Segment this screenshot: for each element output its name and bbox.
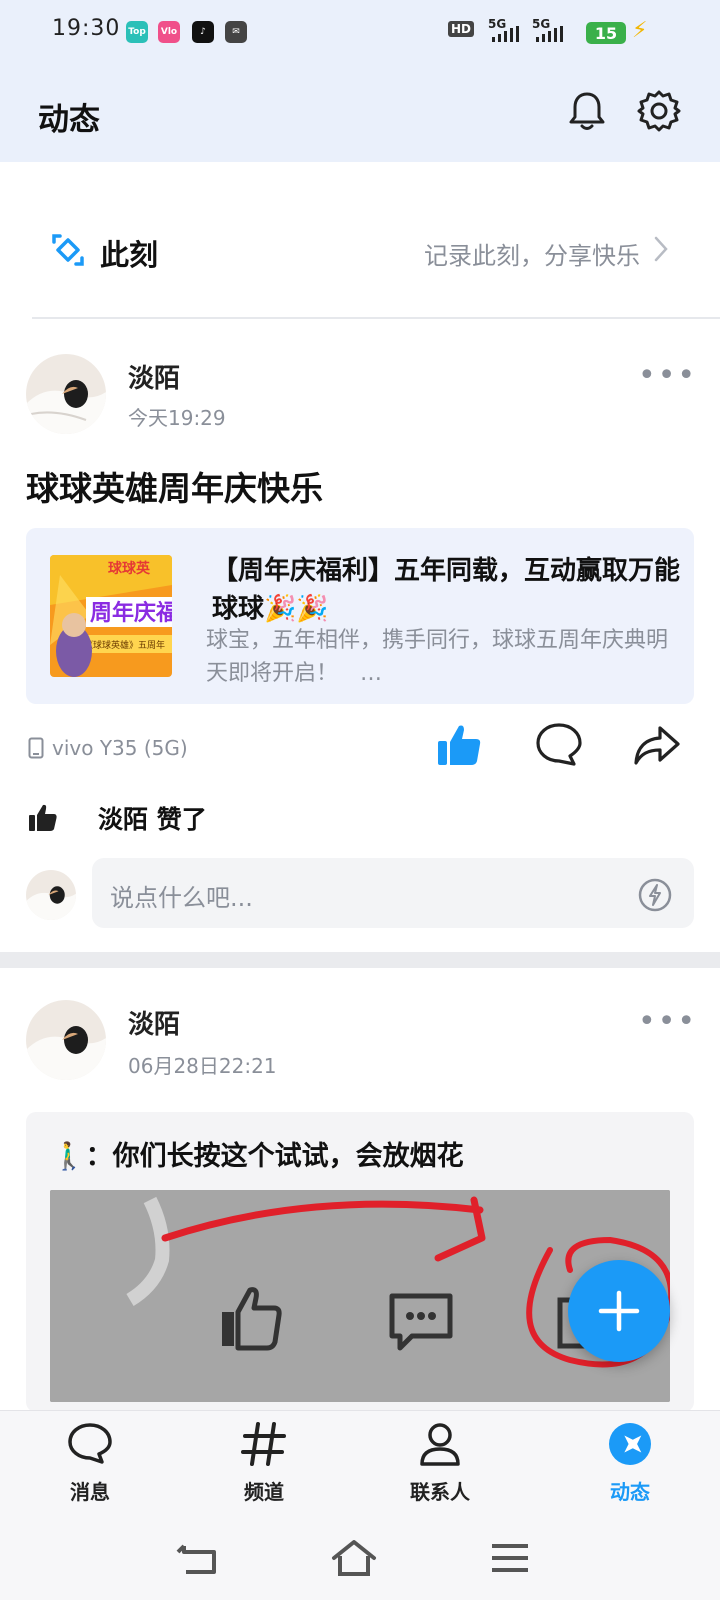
signal-icon: 5G <box>488 18 519 42</box>
like-icon[interactable] <box>434 720 484 770</box>
likes-row: 淡陌 赞了 <box>28 800 207 836</box>
vlog-app-icon: Vlo <box>158 21 180 43</box>
tab-label: 动态 <box>610 1480 650 1504</box>
hd-indicator: HD <box>448 21 475 37</box>
phone-icon <box>28 737 44 759</box>
tab-channels[interactable]: 频道 <box>174 1420 354 1520</box>
chevron-right-icon <box>654 236 668 262</box>
svg-text:球球英: 球球英 <box>108 560 151 577</box>
page-title: 动态 <box>38 102 100 138</box>
moment-label: 此刻 <box>100 238 159 272</box>
comment-placeholder: 说点什么吧... <box>110 884 253 912</box>
svg-text:5G: 5G <box>488 18 506 31</box>
post-text: 🚶‍♂️：你们长按这个试试，会放烟花 <box>52 1141 464 1172</box>
back-icon[interactable] <box>176 1538 224 1578</box>
avatar[interactable] <box>26 354 106 434</box>
more-options-icon[interactable]: ••• <box>638 1004 697 1039</box>
battery-indicator: 15 <box>586 22 626 44</box>
share-thumbnail: 周年庆福 球球英 《球球英雄》五周年 <box>50 555 172 677</box>
svg-text:5G: 5G <box>532 18 550 31</box>
moment-hint: 记录此刻，分享快乐 <box>424 242 640 270</box>
bell-icon[interactable] <box>564 88 610 134</box>
quick-reply-icon[interactable] <box>636 876 674 914</box>
top-app-icon: Top <box>126 21 148 43</box>
charging-icon: ⚡ <box>632 18 648 43</box>
divider <box>32 317 720 319</box>
post-author[interactable]: 淡陌 <box>128 358 180 395</box>
status-time: 19:30 <box>52 16 121 41</box>
post-text: 球球英雄周年庆快乐 <box>26 469 323 508</box>
star-orbit-icon <box>609 1423 651 1465</box>
post-time: 今天19:29 <box>128 406 226 430</box>
share-description: 球宝，五年相伴，携手同行，球球五周年庆典明天即将开启！ … <box>206 628 669 686</box>
tab-label: 频道 <box>244 1480 284 1504</box>
device-info: vivo Y35 (5G) <box>28 736 188 760</box>
share-icon[interactable] <box>632 720 682 770</box>
likes-text: 淡陌 赞了 <box>98 805 207 834</box>
tab-feed[interactable]: 动态 <box>540 1420 720 1520</box>
person-icon <box>420 1423 460 1466</box>
device-label: vivo Y35 (5G) <box>52 736 188 760</box>
svg-text:《球球英雄》五周年: 《球球英雄》五周年 <box>84 639 165 651</box>
add-post-button[interactable] <box>568 1260 670 1362</box>
avatar[interactable] <box>26 1000 106 1080</box>
signal-icon-2: 5G <box>532 18 563 42</box>
tab-label: 消息 <box>70 1480 110 1504</box>
thumb-icon <box>29 804 57 831</box>
message-app-icon: ✉ <box>225 21 247 43</box>
plus-icon <box>598 1290 640 1332</box>
home-icon[interactable] <box>330 1538 378 1578</box>
tab-messages[interactable]: 消息 <box>0 1420 180 1520</box>
tab-contacts[interactable]: 联系人 <box>350 1420 530 1520</box>
hashtag-icon <box>241 1422 286 1466</box>
svg-text:周年庆福: 周年庆福 <box>90 600 172 626</box>
tiktok-app-icon: ♪ <box>192 21 214 43</box>
comment-icon[interactable] <box>534 720 584 770</box>
tab-label: 联系人 <box>410 1480 470 1504</box>
post-author[interactable]: 淡陌 <box>128 1004 180 1041</box>
menu-icon[interactable] <box>486 1538 534 1578</box>
gear-icon[interactable] <box>636 88 682 134</box>
more-options-icon[interactable]: ••• <box>638 358 697 393</box>
share-title: 【周年庆福利】五年同载，互动赢取万能球球🎉🎉 <box>212 556 681 624</box>
moment-icon <box>52 234 84 266</box>
section-separator <box>0 952 720 968</box>
message-icon <box>68 1423 112 1464</box>
commenter-avatar <box>26 870 76 920</box>
post-time: 06月28日22:21 <box>128 1054 277 1078</box>
